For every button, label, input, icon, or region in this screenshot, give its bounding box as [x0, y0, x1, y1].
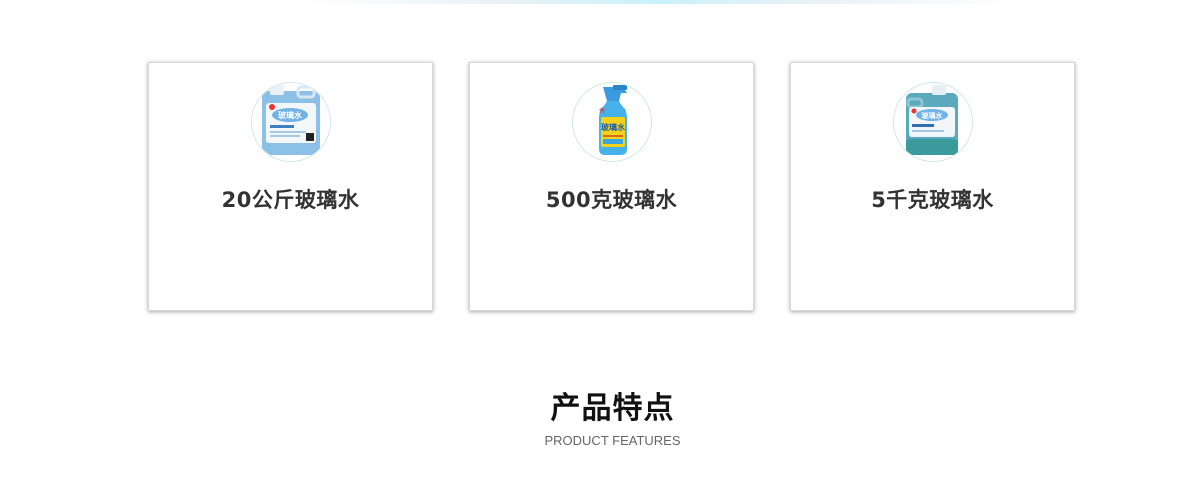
small-jug-product-image[interactable]: 玻璃水 — [893, 82, 973, 162]
product-cards: 玻璃水 20公斤玻璃水 玻璃水 秀 500克玻璃水 玻璃水 5千克玻璃水 — [148, 62, 1076, 312]
top-gradient-divider — [290, 0, 1030, 4]
svg-text:玻璃水: 玻璃水 — [922, 111, 944, 120]
section-title: 产品特点 — [550, 391, 675, 426]
svg-text:秀: 秀 — [599, 107, 605, 115]
product-name[interactable]: 500克玻璃水 — [470, 184, 753, 214]
large-jug-product-image[interactable]: 玻璃水 — [251, 82, 331, 162]
product-card[interactable]: 玻璃水 5千克玻璃水 — [790, 62, 1075, 311]
svg-text:玻璃水: 玻璃水 — [278, 110, 303, 120]
section-subtitle: PRODUCT FEATURES — [544, 433, 681, 448]
product-name[interactable]: 5千克玻璃水 — [791, 184, 1074, 214]
product-name[interactable]: 20公斤玻璃水 — [149, 184, 432, 214]
product-card[interactable]: 玻璃水 20公斤玻璃水 — [148, 62, 433, 311]
svg-text:玻璃水: 玻璃水 — [601, 122, 626, 132]
spray-bottle-product-image[interactable]: 玻璃水 秀 — [572, 82, 652, 162]
product-card[interactable]: 玻璃水 秀 500克玻璃水 — [469, 62, 754, 311]
